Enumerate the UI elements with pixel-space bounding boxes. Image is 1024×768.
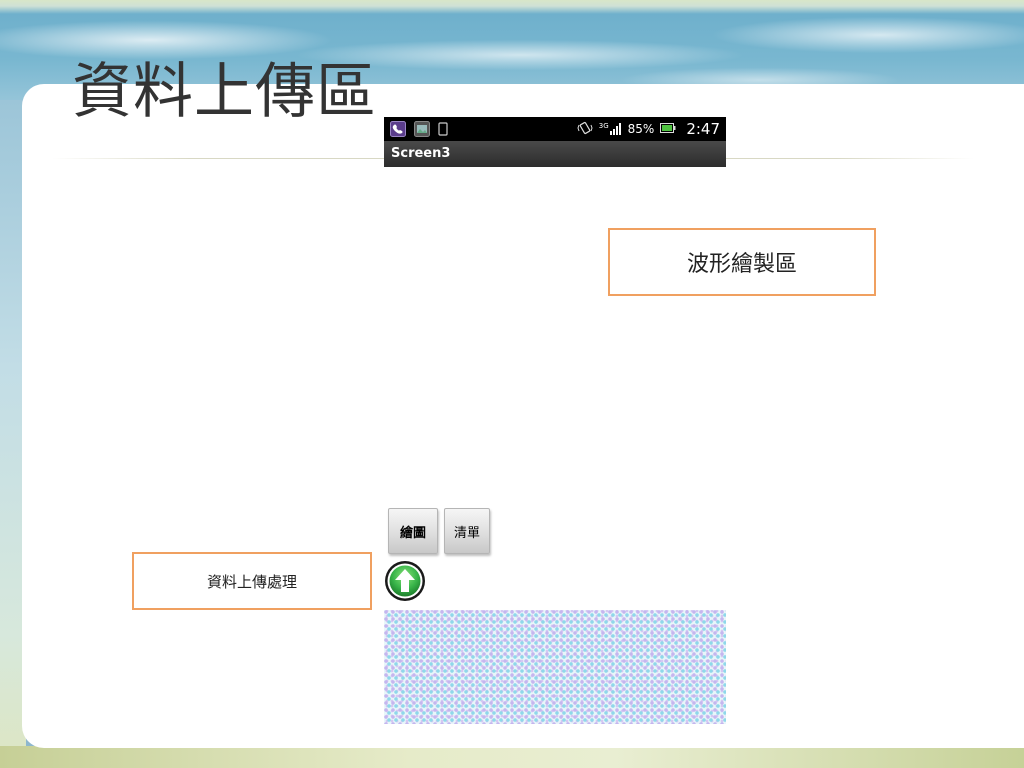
battery-icon — [660, 122, 676, 137]
draw-button[interactable]: 繪圖 — [388, 508, 438, 554]
list-button[interactable]: 清單 — [444, 508, 490, 554]
upload-processing-label: 資料上傳處理 — [206, 572, 297, 591]
signal-3g-icon: 3G — [599, 123, 622, 135]
battery-percent: 85% — [627, 122, 655, 136]
up-arrow-icon[interactable] — [384, 560, 426, 602]
upload-processing-callout: 資料上傳處理 — [132, 552, 372, 610]
gallery-notification-icon — [414, 121, 430, 137]
phone-status-bar: 3G 85% 2:47 — [384, 117, 726, 141]
waveform-canvas — [384, 610, 726, 724]
app-title-bar: Screen3 — [384, 141, 726, 167]
status-time: 2:47 — [686, 120, 720, 138]
waveform-area-callout: 波形繪製區 — [608, 228, 876, 296]
screen-title: Screen3 — [391, 146, 451, 161]
bottom-decoration — [0, 746, 1024, 768]
phone-app-icon — [390, 121, 406, 137]
vibrate-icon — [577, 121, 593, 138]
device-notification-icon — [438, 122, 448, 136]
slide-title: 資料上傳區 — [72, 57, 377, 127]
waveform-area-label: 波形繪製區 — [686, 252, 797, 277]
